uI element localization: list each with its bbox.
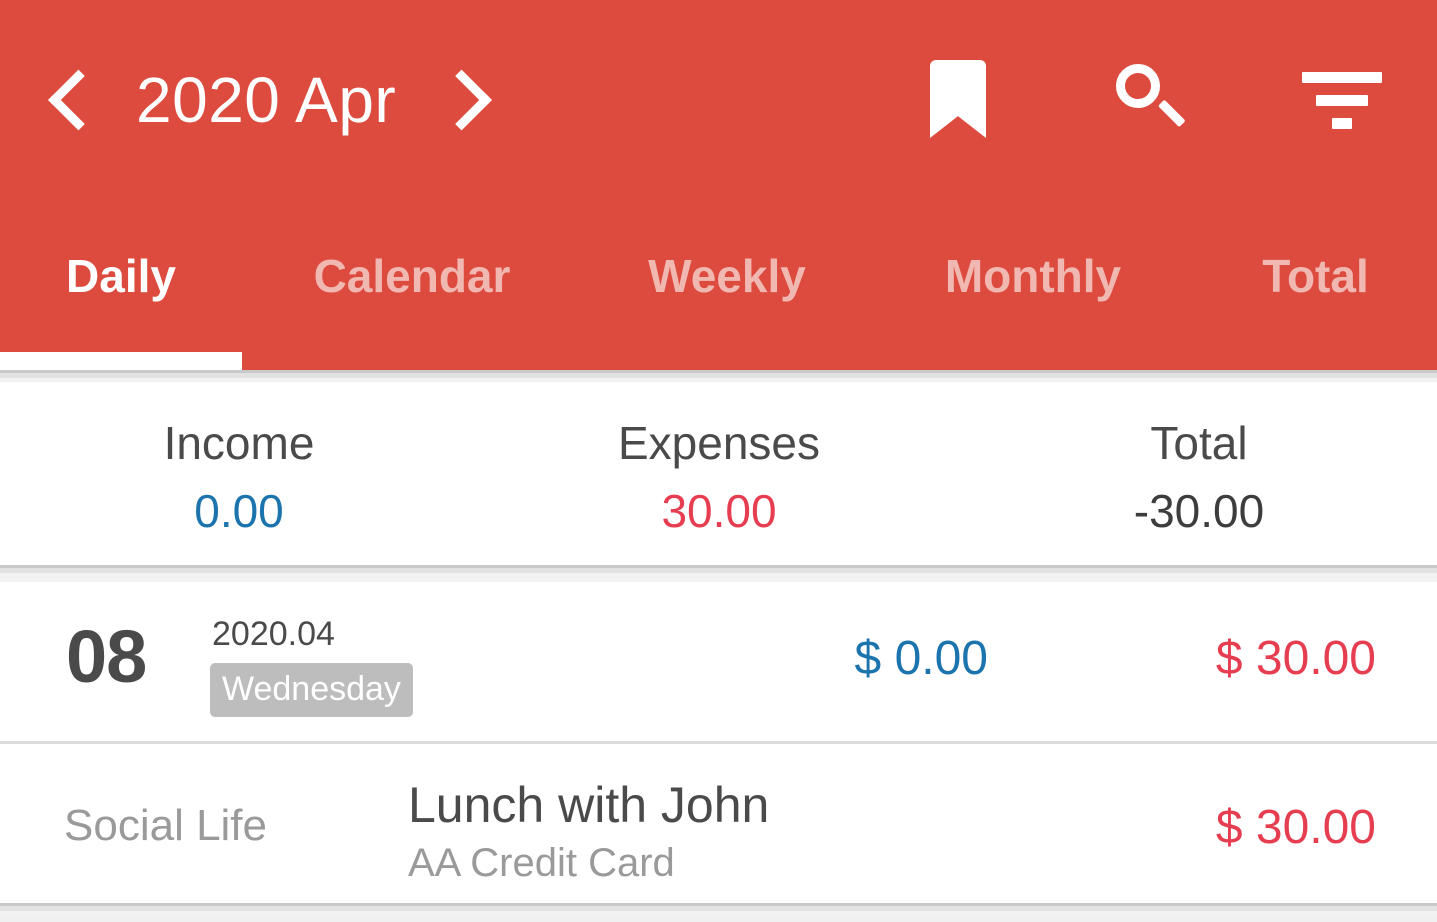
summary-total: Total -30.00 bbox=[1044, 414, 1354, 542]
search-icon bbox=[1114, 62, 1190, 138]
bookmark-button[interactable] bbox=[908, 50, 1008, 150]
search-button[interactable] bbox=[1098, 50, 1198, 150]
summary-total-label: Total bbox=[1150, 417, 1248, 469]
day-number: 08 bbox=[66, 615, 147, 698]
summary-expenses-label: Expenses bbox=[617, 417, 820, 469]
summary-income-value: 0.00 bbox=[194, 485, 284, 537]
day-expense-amount: $ 30.00 bbox=[1215, 632, 1376, 685]
day-header-row[interactable]: 08 2020.04 Wednesday $ 0.00 $ 30.00 bbox=[0, 587, 1437, 741]
tab-weekly[interactable]: Weekly bbox=[582, 200, 872, 352]
summary-divider bbox=[0, 565, 1437, 582]
transaction-amount: $ 30.00 bbox=[1215, 801, 1376, 854]
day-year-month: 2020.04 bbox=[212, 615, 335, 653]
tab-total[interactable]: Total bbox=[1194, 200, 1437, 352]
summary-row: Income 0.00 Expenses 30.00 Total -30.00 bbox=[0, 382, 1437, 565]
filter-button[interactable] bbox=[1292, 50, 1392, 150]
filter-icon bbox=[1302, 72, 1382, 130]
page-background-strip bbox=[0, 915, 1437, 922]
app-header: 2020 Apr Daily Calendar Weekly Monthly T… bbox=[0, 0, 1437, 370]
tab-daily[interactable]: Daily bbox=[0, 200, 242, 352]
day-income-amount: $ 0.00 bbox=[854, 632, 988, 685]
month-title[interactable]: 2020 Apr bbox=[136, 58, 436, 142]
next-month-button[interactable] bbox=[431, 62, 496, 138]
summary-expenses-value: 30.00 bbox=[661, 485, 777, 537]
expense-tracker-screen: 2020 Apr Daily Calendar Weekly Monthly T… bbox=[0, 0, 1437, 922]
chevron-right-icon bbox=[431, 69, 492, 131]
summary-total-value: -30.00 bbox=[1133, 485, 1265, 537]
app-bar: 2020 Apr bbox=[0, 0, 1437, 200]
active-tab-indicator bbox=[0, 352, 242, 370]
tab-calendar[interactable]: Calendar bbox=[242, 200, 582, 352]
transaction-account: AA Credit Card bbox=[408, 841, 675, 885]
previous-month-button[interactable] bbox=[44, 62, 109, 138]
day-weekday-badge: Wednesday bbox=[210, 663, 413, 717]
chevron-left-icon bbox=[48, 69, 109, 131]
transaction-title: Lunch with John bbox=[408, 777, 770, 833]
summary-income: Income 0.00 bbox=[84, 414, 394, 542]
tab-bar: Daily Calendar Weekly Monthly Total bbox=[0, 200, 1437, 370]
tab-monthly[interactable]: Monthly bbox=[872, 200, 1194, 352]
transaction-row[interactable]: Social Life Lunch with John AA Credit Ca… bbox=[0, 744, 1437, 903]
transaction-category: Social Life bbox=[64, 801, 268, 850]
bookmark-icon bbox=[930, 60, 986, 138]
summary-income-label: Income bbox=[163, 417, 315, 469]
summary-expenses: Expenses 30.00 bbox=[564, 414, 874, 542]
